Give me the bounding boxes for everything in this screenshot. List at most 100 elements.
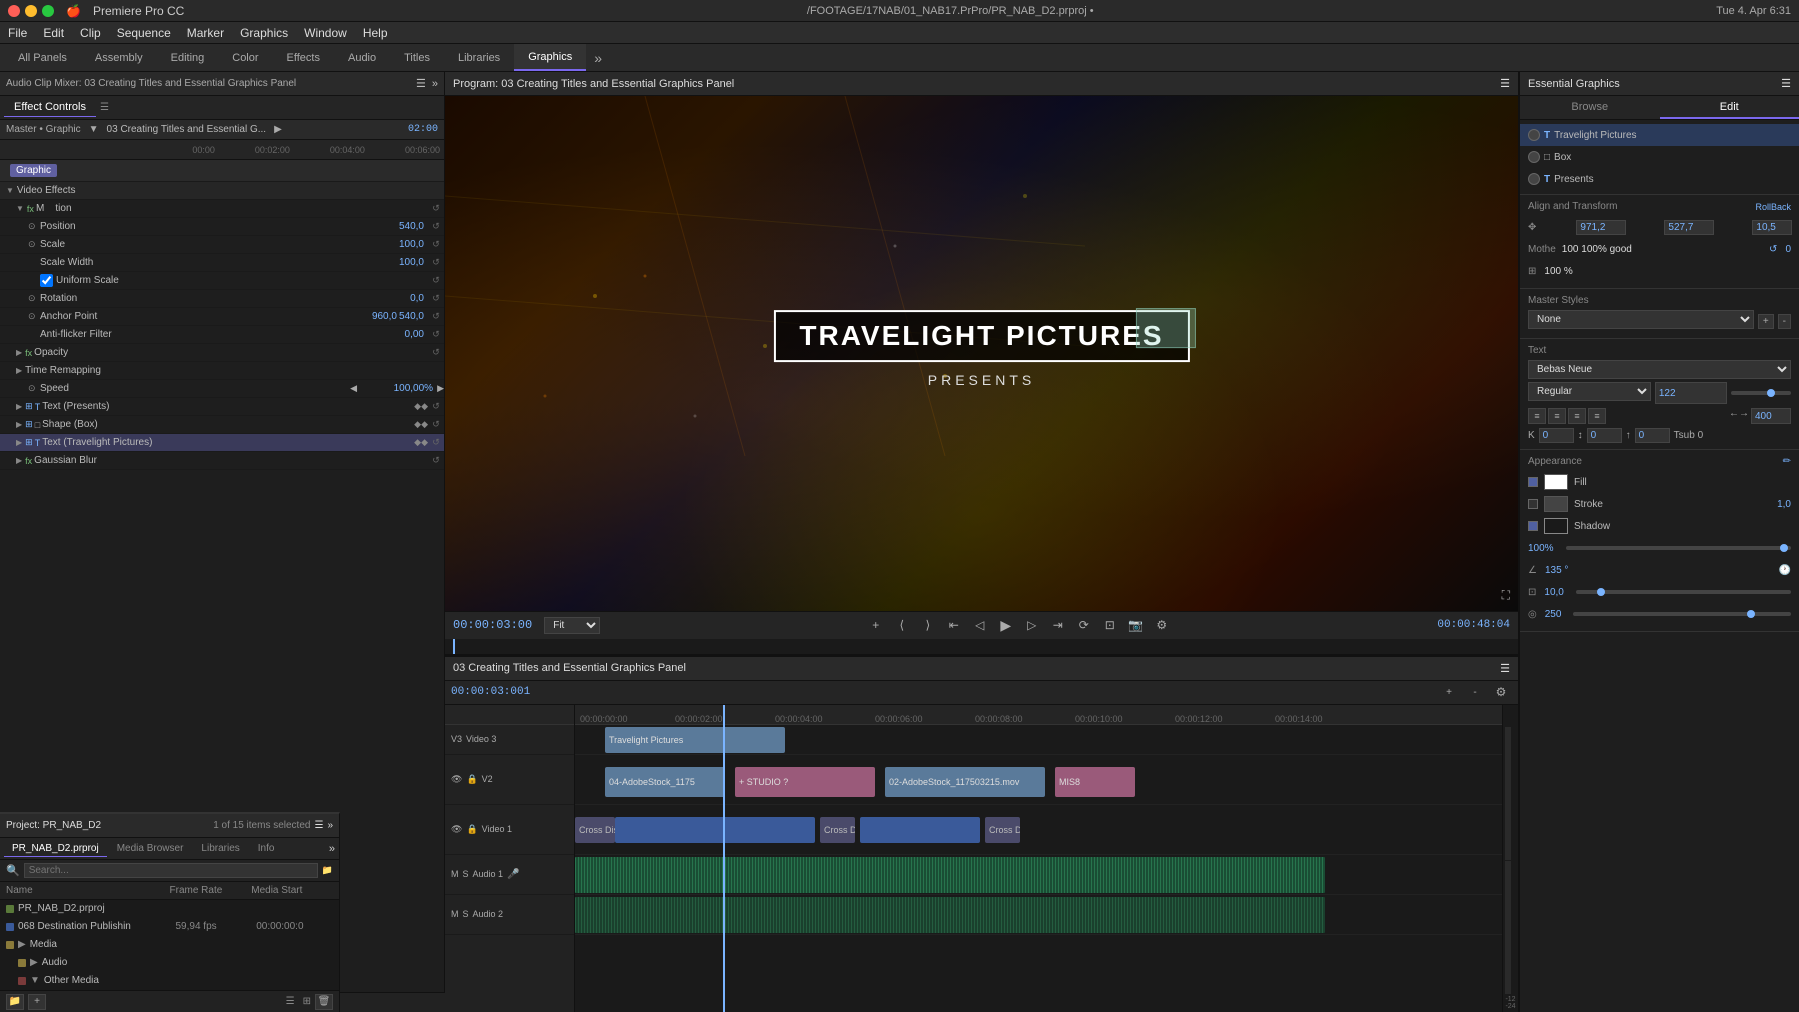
at-y-input[interactable] xyxy=(1664,220,1714,235)
list-view-icon[interactable]: ☰ xyxy=(286,996,295,1007)
tab-edit[interactable]: Edit xyxy=(1660,96,1799,119)
rotation-stopwatch[interactable]: ⊙ xyxy=(28,293,40,304)
motion-arrow[interactable]: ▼ xyxy=(16,204,24,213)
step-forward-button[interactable]: ▷ xyxy=(1021,616,1043,634)
tab-audio[interactable]: Audio xyxy=(334,44,390,71)
v2-eye-icon[interactable]: 👁 xyxy=(451,774,462,785)
tab-browse[interactable]: Browse xyxy=(1520,96,1660,119)
font-size-input[interactable] xyxy=(1655,382,1727,404)
scale-stopwatch[interactable]: ⊙ xyxy=(28,239,40,250)
uniform-scale-reset[interactable]: ↺ xyxy=(428,275,444,286)
menu-marker[interactable]: Marker xyxy=(187,26,224,40)
anti-flicker-value[interactable]: 0,00 xyxy=(348,329,428,340)
panel-menu-icon[interactable]: ☰ xyxy=(416,77,426,90)
a2-solo-icon[interactable]: S xyxy=(463,909,469,919)
v2-lock-icon[interactable]: 🔒 xyxy=(466,774,477,785)
shadow-checkbox[interactable] xyxy=(1528,521,1538,531)
a1-mic-icon[interactable]: 🎤 xyxy=(507,869,519,880)
scale-width-row[interactable]: Scale Width 100,0 ↺ xyxy=(0,254,444,272)
anchor-stopwatch[interactable]: ⊙ xyxy=(28,311,40,322)
opacity-appearance-val[interactable]: 100% xyxy=(1528,543,1554,554)
position-stopwatch[interactable]: ⊙ xyxy=(28,221,40,232)
layer-box[interactable]: □ Box xyxy=(1520,146,1799,168)
travelight-arrow[interactable]: ▶ xyxy=(16,438,22,447)
tab-titles[interactable]: Titles xyxy=(390,44,444,71)
clip-v2-4[interactable]: MIS8 xyxy=(1055,767,1135,797)
speed-back-icon[interactable]: ◀ xyxy=(350,383,357,394)
step-back-button[interactable]: ◁ xyxy=(969,616,991,634)
rotation-reset[interactable]: ↺ xyxy=(428,293,444,304)
settings-button[interactable]: ⚙ xyxy=(1151,616,1173,634)
dist-val[interactable]: 10,0 xyxy=(1544,587,1563,598)
v1-dissolve2[interactable]: Cross D xyxy=(820,817,855,843)
rotation-reset-btn[interactable]: ↺ xyxy=(1769,244,1777,255)
tab-graphics[interactable]: Graphics xyxy=(514,44,586,71)
rollback-label[interactable]: RollBack xyxy=(1755,202,1791,212)
tab-assembly[interactable]: Assembly xyxy=(81,44,157,71)
tab-color[interactable]: Color xyxy=(218,44,272,71)
proj-tabs-expand[interactable]: » xyxy=(329,843,335,855)
text-presents-reset[interactable]: ↺ xyxy=(428,401,444,412)
go-to-out-button[interactable]: ⇥ xyxy=(1047,616,1069,634)
proj-item-prproj[interactable]: PR_NAB_D2.prproj xyxy=(0,900,339,918)
proj-tab-project[interactable]: PR_NAB_D2.prproj xyxy=(4,841,107,857)
proj-item-media[interactable]: ▶ Media xyxy=(0,936,339,954)
monitor-menu-icon[interactable]: ☰ xyxy=(1500,77,1510,90)
add-marker-button[interactable]: + xyxy=(865,616,887,634)
box-eye[interactable] xyxy=(1528,151,1540,163)
anchor-x-value[interactable]: 960,0 xyxy=(372,311,399,322)
timeline-scrubber[interactable] xyxy=(445,639,1518,655)
speed-row[interactable]: ⊙ Speed ◀ 100,00% ▶ xyxy=(0,380,444,398)
anti-flicker-row[interactable]: Anti-flicker Filter 0,00 ↺ xyxy=(0,326,444,344)
rotation-val[interactable]: 0 xyxy=(1785,244,1791,255)
blur-thumb[interactable] xyxy=(1747,610,1755,618)
scale-row[interactable]: ⊙ Scale 100,0 ↺ xyxy=(0,236,444,254)
stroke-checkbox[interactable] xyxy=(1528,499,1538,509)
leading-input[interactable] xyxy=(1587,428,1622,443)
baseline-input[interactable] xyxy=(1635,428,1670,443)
tab-all-panels[interactable]: All Panels xyxy=(4,44,81,71)
position-value[interactable]: 540,0 xyxy=(348,221,428,232)
camera-button[interactable]: 📷 xyxy=(1125,616,1147,634)
speed-fwd-icon[interactable]: ▶ xyxy=(437,383,444,394)
timeline-menu-icon[interactable]: ☰ xyxy=(1500,662,1510,675)
shadow-swatch[interactable] xyxy=(1544,518,1568,534)
fullscreen-icon[interactable]: ⛶ xyxy=(1502,588,1510,603)
v1-eye-icon[interactable]: 👁 xyxy=(451,824,462,835)
proj-item-068[interactable]: 068 Destination Publishin 59,94 fps 00:0… xyxy=(0,918,339,936)
clip-v2-2[interactable]: + STUDIO ? xyxy=(735,767,875,797)
text-travelight-row[interactable]: ▶ ⊞ T Text (Travelight Pictures) ◆◆ ↺ xyxy=(0,434,444,452)
at-w-input[interactable] xyxy=(1752,220,1792,235)
tab-libraries[interactable]: Libraries xyxy=(444,44,514,71)
tab-effects[interactable]: Effects xyxy=(273,44,334,71)
travelight-eye[interactable] xyxy=(1528,129,1540,141)
safe-margins-button[interactable]: ⊡ xyxy=(1099,616,1121,634)
v1-clip2[interactable] xyxy=(860,817,980,843)
proj-tab-libraries[interactable]: Libraries xyxy=(193,841,247,856)
a1-solo-icon[interactable]: S xyxy=(463,869,469,879)
proj-item-other-media[interactable]: ▼ Other Media xyxy=(0,972,339,990)
anchor-point-row[interactable]: ⊙ Anchor Point 960,0 540,0 ↺ xyxy=(0,308,444,326)
clip-v2-1[interactable]: 04-AdobeStock_1175 xyxy=(605,767,725,797)
scale-width-value[interactable]: 100,0 xyxy=(348,257,428,268)
anti-flicker-reset[interactable]: ↺ xyxy=(428,329,444,340)
blur-val[interactable]: 250 xyxy=(1545,609,1562,620)
menu-sequence[interactable]: Sequence xyxy=(117,26,171,40)
ms-delete-button[interactable]: - xyxy=(1778,314,1791,329)
proj-expand-icon[interactable]: » xyxy=(327,820,333,831)
opacity-arrow[interactable]: ▶ xyxy=(16,348,22,357)
align-justify-btn[interactable]: ≡ xyxy=(1588,408,1606,424)
uniform-scale-checkbox[interactable] xyxy=(40,274,53,287)
mark-out-button[interactable]: ⟩ xyxy=(917,616,939,634)
scale-value[interactable]: 100,0 xyxy=(348,239,428,250)
more-tabs-icon[interactable]: » xyxy=(586,46,610,70)
tab-menu-icon[interactable]: ☰ xyxy=(100,102,109,113)
speed-value[interactable]: 100,00% xyxy=(357,383,437,394)
rotation-row[interactable]: ⊙ Rotation 0,0 ↺ xyxy=(0,290,444,308)
new-bin-btn[interactable]: 📁 xyxy=(6,994,24,1010)
blur-slider[interactable] xyxy=(1573,612,1791,616)
size-slider[interactable] xyxy=(1731,391,1791,395)
traffic-lights[interactable] xyxy=(8,5,54,17)
timeline-timecode[interactable]: 00:00:03:001 xyxy=(451,686,530,698)
size-thumb[interactable] xyxy=(1767,389,1775,397)
